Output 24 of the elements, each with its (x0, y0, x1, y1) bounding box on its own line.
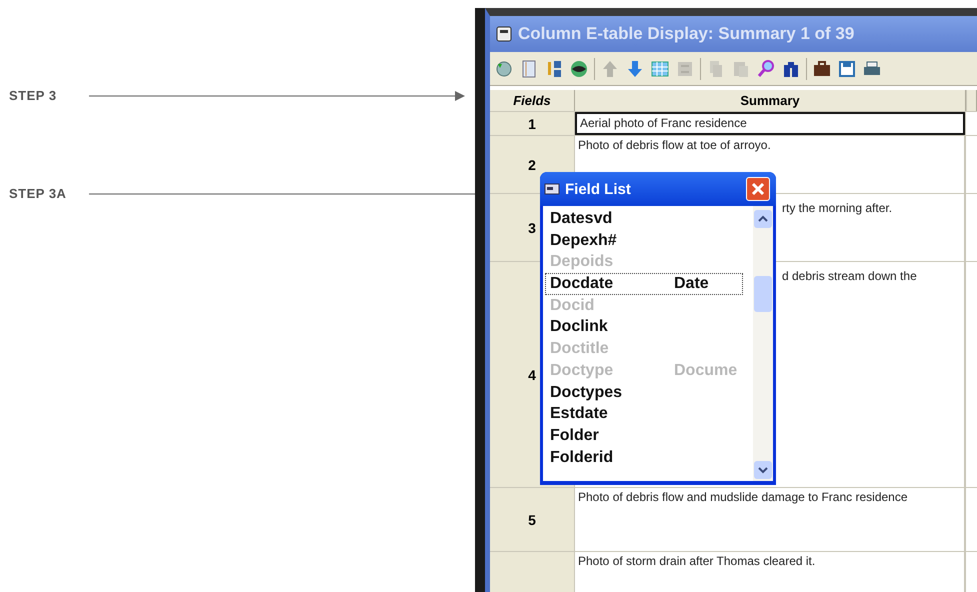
summary-cell[interactable]: Photo of debris flow and mudslide damage to Franc residence (575, 488, 965, 551)
field-list-icon (544, 182, 560, 196)
window-icon (496, 26, 512, 42)
column-header: Fields (490, 90, 575, 111)
close-icon[interactable] (751, 182, 765, 196)
floppy-icon[interactable] (837, 58, 857, 78)
scrollbar[interactable] (753, 206, 773, 481)
briefcase-icon[interactable] (812, 58, 832, 78)
window-title: Column E-table Display: Summary 1 of 39 (518, 24, 854, 44)
down-arrow-icon[interactable] (625, 58, 645, 78)
step-label: STEP 3 (9, 88, 58, 103)
scroll-up-icon[interactable] (754, 210, 772, 228)
column-header (966, 90, 977, 111)
column-header: Summary (575, 90, 966, 111)
step-label: STEP 3A (9, 186, 68, 201)
summary-cell[interactable]: Photo of storm drain after Thomas cleared it. (575, 552, 965, 592)
row-header-cell: 5 (490, 488, 575, 551)
row-header-cell: 1 (490, 112, 575, 135)
scroll-thumb[interactable] (754, 276, 772, 312)
summary-cell[interactable]: Aerial photo of Franc residence (575, 112, 965, 135)
search-icon[interactable] (756, 58, 776, 78)
scroll-down-icon[interactable] (754, 461, 772, 479)
grid-icon[interactable] (650, 58, 670, 78)
close-button[interactable] (746, 177, 770, 201)
